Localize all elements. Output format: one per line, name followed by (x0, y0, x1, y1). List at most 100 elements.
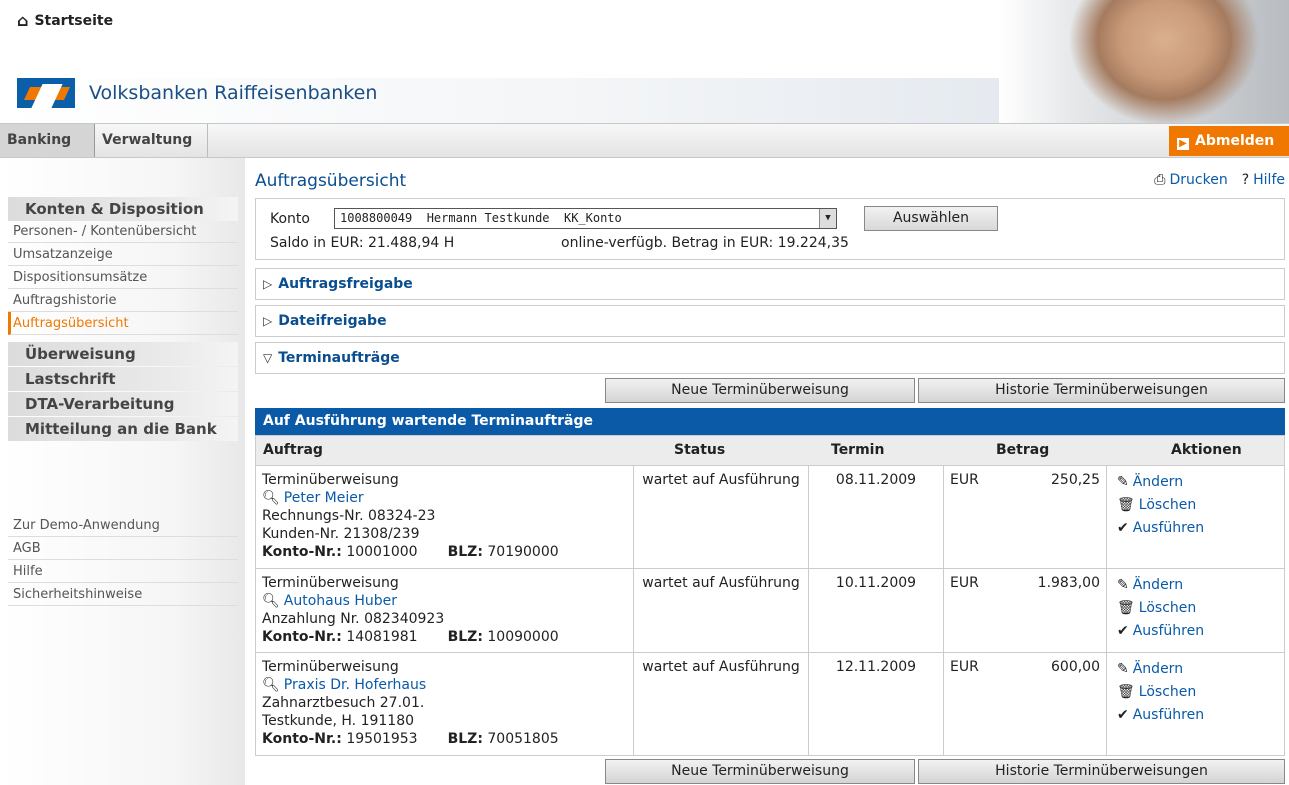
sidebar-group-konten[interactable]: Konten & Disposition (8, 197, 238, 221)
checkmark-icon: ✔ (1117, 707, 1129, 723)
sidebar-link-hilfe[interactable]: Hilfe (8, 560, 238, 583)
logout-button[interactable]: ▶ Abmelden (1169, 126, 1289, 156)
betrag-cell: EUR 250,25 (944, 466, 1107, 568)
table-row: Terminüberweisung 🔍︎ Autohaus Huber Anzah… (255, 569, 1285, 653)
blz-label: BLZ: (447, 629, 483, 645)
order-type: Terminüberweisung (262, 659, 399, 675)
sidebar-item-auftragsuebersicht[interactable]: Auftragsübersicht (8, 312, 238, 335)
konto-nr: 14081981 (346, 629, 418, 645)
new-scheduled-transfer-button[interactable]: Neue Terminüberweisung (605, 378, 915, 403)
table-caption: Auf Ausführung wartende Terminaufträge (255, 408, 1285, 435)
sidebar-link-agb[interactable]: AGB (8, 537, 238, 560)
saldo-text: Saldo in EUR: 21.488,94 H (270, 235, 455, 251)
triangle-right-icon: ▷ (263, 314, 273, 328)
table-header: Auftrag Status Termin Betrag Aktionen (255, 435, 1285, 466)
sidebar-group-ueberweisung[interactable]: Überweisung (8, 342, 238, 366)
actions-cell: ✎ Ändern 🗑︎ Löschen ✔ Ausführen (1107, 653, 1284, 755)
section-terminauftraege[interactable]: ▽ Terminaufträge (255, 342, 1285, 374)
sidebar-group-dta[interactable]: DTA-Verarbeitung (8, 392, 238, 416)
triangle-down-icon: ▽ (263, 351, 273, 365)
available-amount-text: online-verfügb. Betrag in EUR: 19.224,35 (561, 235, 849, 251)
chevron-down-icon[interactable]: ▼ (819, 209, 836, 228)
sidebar: Konten & Disposition Personen- / Kontenü… (0, 158, 245, 785)
order-type: Terminüberweisung (262, 575, 399, 591)
section-auftragsfreigabe[interactable]: ▷ Auftragsfreigabe (255, 268, 1285, 300)
home-link[interactable]: ⌂ Startseite (17, 11, 113, 30)
tab-verwaltung[interactable]: Verwaltung (95, 124, 208, 157)
trash-icon: 🗑︎ (1117, 497, 1135, 513)
sidebar-item-umsatzanzeige[interactable]: Umsatzanzeige (8, 243, 238, 266)
blz: 10090000 (487, 629, 559, 645)
col-betrag: Betrag (996, 442, 1050, 458)
top-links: ⎙ Drucken ? Hilfe (1154, 172, 1285, 188)
execute-label: Ausführen (1132, 520, 1205, 536)
execute-action[interactable]: ✔ Ausführen (1117, 517, 1278, 540)
section-label: Auftragsfreigabe (278, 276, 413, 292)
home-icon: ⌂ (17, 11, 29, 30)
section-dateifreigabe[interactable]: ▷ Dateifreigabe (255, 305, 1285, 337)
vr-logo (17, 78, 75, 108)
order-cell: Terminüberweisung 🔍︎ Peter Meier Rechnung… (256, 466, 634, 568)
history-button[interactable]: Historie Terminüberweisungen (918, 378, 1285, 403)
arrow-right-icon: ▶ (1177, 138, 1189, 150)
section-label: Terminaufträge (278, 350, 400, 366)
blz: 70051805 (487, 731, 559, 747)
print-label: Drucken (1169, 172, 1228, 188)
order-cell: Terminüberweisung 🔍︎ Praxis Dr. Hoferhaus… (256, 653, 634, 755)
execute-action[interactable]: ✔ Ausführen (1117, 620, 1278, 643)
printer-icon: ⎙ (1154, 172, 1166, 188)
termin-cell: 10.11.2009 (809, 569, 944, 652)
pencil-icon: ✎ (1117, 577, 1129, 593)
print-link[interactable]: ⎙ Drucken (1154, 172, 1227, 188)
sidebar-item-dispositionsumsaetze[interactable]: Dispositionsumsätze (8, 266, 238, 289)
sidebar-item-auftragshistorie[interactable]: Auftragshistorie (8, 289, 238, 312)
payee-link[interactable]: Peter Meier (284, 490, 364, 506)
blz: 70190000 (487, 544, 559, 560)
tab-bar: Banking Verwaltung (0, 123, 1289, 158)
sidebar-group-lastschrift[interactable]: Lastschrift (8, 367, 238, 391)
amount: 250,25 (1051, 472, 1100, 488)
status-cell: wartet auf Ausführung (634, 466, 809, 568)
konto-nr: 10001000 (346, 544, 418, 560)
delete-label: Löschen (1138, 684, 1197, 700)
order-line: Kunden-Nr. 21308/239 (262, 526, 420, 542)
help-link[interactable]: ? Hilfe (1242, 172, 1285, 188)
order-line: Anzahlung Nr. 082340923 (262, 611, 445, 627)
currency: EUR (950, 472, 979, 488)
execute-label: Ausführen (1132, 707, 1205, 723)
konto-label: Konto (270, 211, 310, 227)
sidebar-link-demo[interactable]: Zur Demo-Anwendung (8, 514, 238, 537)
edit-action[interactable]: ✎ Ändern (1117, 574, 1278, 597)
sidebar-item-kontenuebersicht[interactable]: Personen- / Kontenübersicht (8, 220, 238, 243)
delete-action[interactable]: 🗑︎ Löschen (1117, 681, 1278, 704)
edit-action[interactable]: ✎ Ändern (1117, 658, 1278, 681)
trash-icon: 🗑︎ (1117, 600, 1135, 616)
checkmark-icon: ✔ (1117, 623, 1129, 639)
sidebar-group-mitteilung[interactable]: Mitteilung an die Bank (8, 417, 238, 441)
execute-action[interactable]: ✔ Ausführen (1117, 704, 1278, 727)
edit-label: Ändern (1132, 474, 1184, 490)
delete-action[interactable]: 🗑︎ Löschen (1117, 597, 1278, 620)
history-button-bottom[interactable]: Historie Terminüberweisungen (918, 759, 1285, 784)
order-line: Testkunde, H. 191180 (262, 713, 415, 729)
konto-select[interactable]: 1008800049 Hermann Testkunde KK_Konto ▼ (334, 208, 837, 229)
section-label: Dateifreigabe (278, 313, 387, 329)
select-account-button[interactable]: Auswählen (864, 206, 998, 231)
delete-label: Löschen (1138, 600, 1197, 616)
logout-label: Abmelden (1195, 133, 1275, 149)
brand: Volksbanken Raiffeisenbanken (17, 78, 377, 108)
magnifier-icon: 🔍︎ (262, 677, 280, 693)
sidebar-link-sicherheit[interactable]: Sicherheitshinweise (8, 583, 238, 606)
account-line: Konto-Nr.: 10001000 BLZ: 70190000 (262, 543, 627, 561)
header-photo (999, 0, 1289, 123)
tab-banking[interactable]: Banking (0, 124, 95, 157)
order-line: Zahnarztbesuch 27.01. (262, 695, 425, 711)
payee-link[interactable]: Autohaus Huber (284, 593, 397, 609)
edit-label: Ändern (1132, 661, 1184, 677)
delete-action[interactable]: 🗑︎ Löschen (1117, 494, 1278, 517)
pencil-icon: ✎ (1117, 661, 1129, 677)
new-scheduled-transfer-button-bottom[interactable]: Neue Terminüberweisung (605, 759, 915, 784)
order-cell: Terminüberweisung 🔍︎ Autohaus Huber Anzah… (256, 569, 634, 652)
payee-link[interactable]: Praxis Dr. Hoferhaus (284, 677, 426, 693)
edit-action[interactable]: ✎ Ändern (1117, 471, 1278, 494)
